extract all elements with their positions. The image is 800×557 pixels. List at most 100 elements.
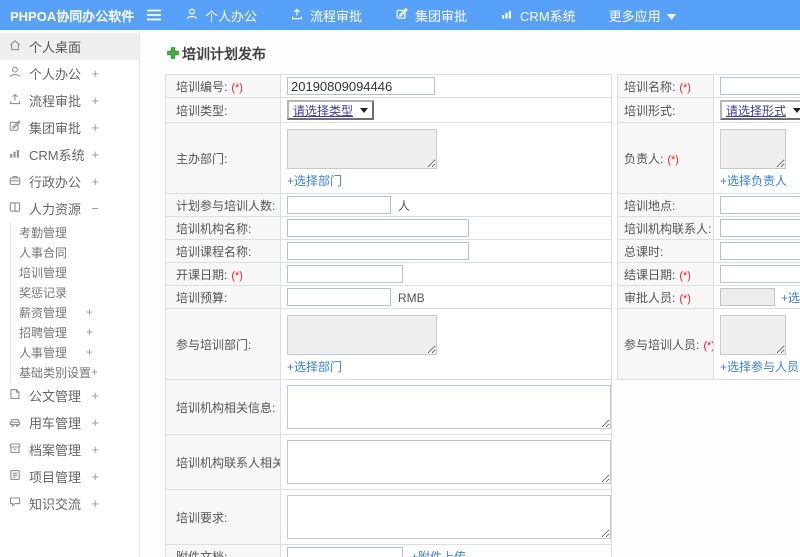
sidebar-item-label: 集团审批 bbox=[29, 121, 82, 136]
row-budget: 培训预算: RMB bbox=[165, 285, 612, 309]
expand-toggle: + bbox=[85, 325, 93, 339]
field-label: 培训机构联系人: bbox=[624, 221, 712, 236]
nav-more-apps[interactable]: 更多应用 bbox=[609, 6, 676, 25]
sidebar-subitem-hr-contract[interactable]: 人事合同 bbox=[11, 242, 139, 262]
leader-textarea[interactable] bbox=[720, 129, 786, 169]
row-course-name: 培训课程名称: bbox=[165, 239, 612, 263]
required-marker: (*) bbox=[679, 269, 691, 282]
edit-square-icon bbox=[395, 7, 409, 24]
sidebar-subitem-attendance[interactable]: 考勤管理 bbox=[11, 222, 139, 242]
row-org-info: 培训机构相关信息: bbox=[165, 379, 612, 435]
expand-toggle: + bbox=[91, 415, 99, 430]
sidebar-item-group-approval[interactable]: 集团审批 + bbox=[0, 114, 139, 141]
course-name-input[interactable] bbox=[287, 242, 469, 260]
end-date-input[interactable] bbox=[720, 265, 800, 283]
training-id-input[interactable] bbox=[287, 77, 435, 95]
requirements-textarea[interactable] bbox=[287, 495, 611, 539]
org-name-input[interactable] bbox=[287, 219, 469, 237]
field-label: 培训名称: bbox=[624, 79, 676, 94]
sidebar-item-knowledge-exchange[interactable]: 知识交流 + bbox=[0, 490, 139, 517]
sidebar-item-official-documents[interactable]: 公文管理 + bbox=[0, 382, 139, 409]
select-department-link[interactable]: +选择部门 bbox=[287, 172, 342, 189]
sidebar-item-label: 用车管理 bbox=[29, 416, 82, 431]
training-type-select[interactable]: 请选择类型 bbox=[287, 100, 375, 120]
hamburger-menu-icon[interactable] bbox=[146, 9, 162, 21]
required-marker: (*) bbox=[231, 269, 243, 282]
budget-input[interactable] bbox=[287, 288, 391, 306]
nav-workflow-approval[interactable]: 流程审批 bbox=[290, 6, 362, 25]
nav-personal-office[interactable]: 个人办公 bbox=[185, 6, 257, 25]
required-marker: (*) bbox=[679, 81, 691, 94]
sidebar-subitem-label: 奖惩记录 bbox=[19, 285, 68, 300]
sidebar-item-crm-system[interactable]: CRM系统 + bbox=[0, 141, 139, 168]
sidebar-item-label: 行政办公 bbox=[29, 175, 82, 190]
row-total-hours: 总课时: bbox=[617, 239, 800, 263]
participating-departments-textarea[interactable] bbox=[287, 315, 437, 355]
sidebar-subitem-training-management[interactable]: 培训管理 bbox=[11, 262, 139, 282]
sidebar-item-personal-office[interactable]: 个人办公 + bbox=[0, 60, 139, 87]
sidebar-item-human-resources[interactable]: 人力资源 − bbox=[0, 195, 139, 222]
select-value: 请选择类型 bbox=[293, 103, 354, 118]
training-form-select[interactable]: 请选择形式 bbox=[720, 100, 800, 120]
field-label: 结课日期: bbox=[624, 267, 676, 282]
sidebar-item-label: 个人办公 bbox=[29, 67, 82, 82]
expand-toggle: + bbox=[91, 469, 99, 484]
select-leader-link[interactable]: +选择负责人 bbox=[720, 172, 787, 189]
attachment-upload-link[interactable]: +附件上传 bbox=[411, 550, 466, 557]
sidebar-subitem-label: 培训管理 bbox=[19, 265, 68, 280]
host-department-textarea[interactable] bbox=[287, 129, 437, 169]
org-info-textarea[interactable] bbox=[287, 385, 611, 429]
attachment-input[interactable] bbox=[287, 547, 403, 557]
sidebar-item-vehicle-management[interactable]: 用车管理 + bbox=[0, 409, 139, 436]
expand-toggle: + bbox=[91, 66, 99, 81]
nav-label: 集团审批 bbox=[415, 8, 468, 24]
planned-participants-input[interactable] bbox=[287, 196, 391, 214]
location-input[interactable] bbox=[720, 196, 800, 214]
training-form: 培训编号:(*) 培训类型: 请选择类型 主办部门: +选择部门 计划参与培训人… bbox=[165, 74, 800, 557]
org-contact-input[interactable] bbox=[720, 219, 800, 237]
select-department-link[interactable]: +选择部门 bbox=[287, 358, 342, 375]
trainees-textarea[interactable] bbox=[720, 315, 786, 355]
sidebar-item-label: 流程审批 bbox=[29, 94, 82, 109]
expand-toggle: + bbox=[91, 496, 99, 511]
org-contact-info-textarea[interactable] bbox=[287, 440, 611, 484]
select-approvers-link[interactable]: +选择审批人员 bbox=[781, 291, 800, 305]
row-attachment: 附件文档: +附件上传 bbox=[165, 544, 612, 557]
sidebar-item-label: 知识交流 bbox=[29, 497, 82, 512]
chevron-down-icon bbox=[666, 8, 676, 23]
edit-square-icon bbox=[8, 119, 22, 136]
sidebar-item-label: CRM系统 bbox=[29, 148, 85, 163]
row-training-id: 培训编号: (*) bbox=[165, 74, 612, 98]
sidebar-item-archive-management[interactable]: 档案管理 + bbox=[0, 436, 139, 463]
field-label: 培训地点: bbox=[624, 198, 676, 213]
nav-label: 个人办公 bbox=[205, 8, 258, 24]
sidebar-subitem-personnel[interactable]: 人事管理 + bbox=[11, 342, 139, 362]
sidebar-item-administrative-office[interactable]: 行政办公 + bbox=[0, 168, 139, 195]
sidebar-subitem-rewards-punishments[interactable]: 奖惩记录 bbox=[11, 282, 139, 302]
total-hours-input[interactable] bbox=[720, 242, 800, 260]
sidebar-item-label: 个人桌面 bbox=[29, 40, 82, 55]
archive-icon bbox=[8, 441, 22, 458]
training-name-input[interactable] bbox=[720, 77, 800, 95]
sidebar-item-label: 人力资源 bbox=[29, 202, 82, 217]
nav-crm-system[interactable]: CRM系统 bbox=[500, 6, 576, 25]
select-value: 请选择形式 bbox=[726, 103, 787, 118]
row-end-date: 结课日期: (*) bbox=[617, 262, 800, 286]
field-label: 培训机构相关信息: bbox=[176, 400, 276, 415]
row-training-type: 培训类型: 请选择类型 bbox=[165, 97, 612, 123]
sidebar-item-project-management[interactable]: 项目管理 + bbox=[0, 463, 139, 490]
sidebar-subitem-base-category-settings[interactable]: 基础类别设置 + bbox=[11, 362, 139, 382]
sidebar-subitem-recruitment[interactable]: 招聘管理 + bbox=[11, 322, 139, 342]
field-label: 培训要求: bbox=[176, 510, 228, 525]
form-right-table: 培训名称: (*) 培训形式: 请选择形式 负责人: (*) +选择负责人 培训地点… bbox=[617, 74, 800, 380]
start-date-input[interactable] bbox=[287, 265, 403, 283]
sidebar-subitem-salary-management[interactable]: 薪资管理 + bbox=[11, 302, 139, 322]
sidebar-item-personal-desktop[interactable]: 个人桌面 bbox=[0, 33, 139, 60]
row-approvers: 审批人员:(*) +选择审批人员 bbox=[617, 285, 800, 309]
approvers-input[interactable] bbox=[720, 288, 775, 306]
nav-group-approval[interactable]: 集团审批 bbox=[395, 6, 467, 25]
sidebar-item-workflow-approval[interactable]: 流程审批 + bbox=[0, 87, 139, 114]
sidebar: 个人桌面 个人办公 + 流程审批 + 集团审批 + CRM系统 + 行政办公 +… bbox=[0, 30, 140, 557]
page-title-text: 培训计划发布 bbox=[182, 46, 266, 62]
select-trainees-link[interactable]: +选择参与人员 bbox=[720, 358, 799, 375]
